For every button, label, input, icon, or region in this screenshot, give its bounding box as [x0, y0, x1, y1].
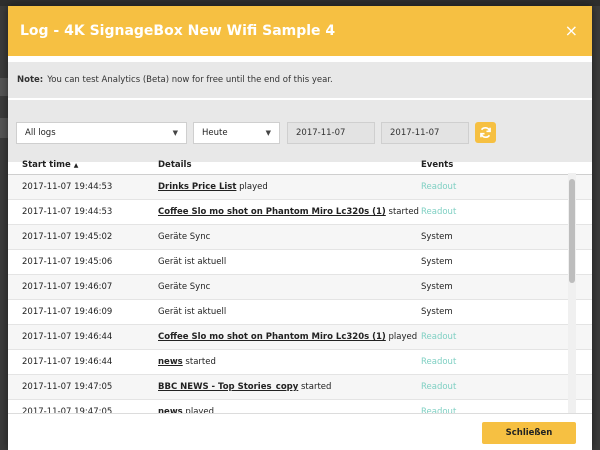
row-details-text: Geräte Sync	[158, 282, 211, 292]
row-details: Coffee Slo mo shot on Phantom Miro Lc320…	[158, 207, 421, 217]
row-start-time: 2017-11-07 19:44:53	[22, 207, 113, 217]
log-type-select[interactable]: All logs ▼	[16, 122, 187, 144]
modal-footer: Schließen	[8, 413, 592, 450]
event-system-label: System	[421, 307, 453, 317]
row-details-text: Gerät ist aktuell	[158, 257, 227, 267]
table-body: 2017-11-07 19:44:53 Drinks Price List pla…	[8, 175, 592, 415]
row-start-time: 2017-11-07 19:45:06	[22, 257, 113, 267]
row-details: Geräte Sync	[158, 232, 421, 242]
refresh-button[interactable]	[475, 122, 496, 143]
event-system-label: System	[421, 282, 453, 292]
refresh-icon	[480, 126, 491, 139]
modal-header: Log - 4K SignageBox New Wifi Sample 4 ×	[8, 6, 592, 56]
table-header: Start time ▲ Details Events	[8, 156, 592, 175]
caret-down-icon: ▼	[172, 129, 178, 137]
table-row: 2017-11-07 19:45:06 Gerät ist aktuell Syst…	[8, 250, 592, 275]
row-details-text: started	[182, 357, 216, 367]
content-link[interactable]: BBC NEWS - Top Stories_copy	[158, 382, 298, 392]
row-start-time: 2017-11-07 19:46:09	[22, 307, 113, 317]
background-page-strip	[0, 78, 8, 96]
content-link[interactable]: Coffee Slo mo shot on Phantom Miro Lc320…	[158, 332, 386, 342]
table-row: 2017-11-07 19:46:07 Geräte Sync System	[8, 275, 592, 300]
caret-down-icon: ▼	[265, 129, 271, 137]
row-details-text: played	[385, 332, 418, 342]
period-select[interactable]: Heute ▼	[193, 122, 280, 144]
row-start-time: 2017-11-07 19:45:02	[22, 232, 113, 242]
table-row: 2017-11-07 19:46:09 Gerät ist aktuell Syst…	[8, 300, 592, 325]
log-modal: Log - 4K SignageBox New Wifi Sample 4 × …	[8, 6, 592, 450]
content-link[interactable]: news	[158, 357, 183, 367]
period-value: Heute	[202, 128, 228, 138]
event-system-label: System	[421, 257, 453, 267]
scrollbar-thumb[interactable]	[569, 179, 575, 283]
event-system-label: System	[421, 232, 453, 242]
close-icon[interactable]: ×	[565, 23, 578, 39]
filter-bar: All logs ▼ Heute ▼ 2017-11-07 2017-11-07	[8, 100, 592, 162]
row-details: BBC NEWS - Top Stories_copy started	[158, 382, 421, 392]
header-start-time[interactable]: Start time ▲	[8, 160, 158, 170]
row-details: Gerät ist aktuell	[158, 307, 421, 317]
row-details-text: started	[385, 207, 419, 217]
event-readout-link[interactable]: Readout	[421, 357, 561, 367]
table-row: 2017-11-07 19:46:44 Coffee Slo mo shot on…	[8, 325, 592, 350]
log-type-value: All logs	[25, 128, 56, 138]
row-details: news started	[158, 357, 421, 367]
header-events: Events	[421, 160, 454, 170]
row-start-time: 2017-11-07 19:46:44	[22, 357, 113, 367]
table-scrollbar[interactable]	[568, 173, 576, 416]
event-readout-link[interactable]: Readout	[421, 207, 561, 217]
date-to-input[interactable]: 2017-11-07	[381, 122, 469, 144]
content-link[interactable]: Drinks Price List	[158, 182, 236, 192]
note-bar: Note: You can test Analytics (Beta) now …	[8, 62, 592, 98]
row-start-time: 2017-11-07 19:46:44	[22, 332, 113, 342]
table-row: 2017-11-07 19:44:53 Drinks Price List pla…	[8, 175, 592, 200]
modal-title: Log - 4K SignageBox New Wifi Sample 4	[20, 23, 336, 39]
row-details: Coffee Slo mo shot on Phantom Miro Lc320…	[158, 332, 421, 342]
table-row: 2017-11-07 19:44:53 Coffee Slo mo shot on…	[8, 200, 592, 225]
row-details: Gerät ist aktuell	[158, 257, 421, 267]
table-row: 2017-11-07 19:47:05 BBC NEWS - Top Storie…	[8, 375, 592, 400]
row-start-time: 2017-11-07 19:44:53	[22, 182, 113, 192]
row-details-text: Gerät ist aktuell	[158, 307, 227, 317]
header-details: Details	[158, 160, 192, 170]
date-from-input[interactable]: 2017-11-07	[287, 122, 375, 144]
table-row: 2017-11-07 19:46:44 news started Readout	[8, 350, 592, 375]
sort-ascending-icon: ▲	[73, 162, 79, 169]
row-start-time: 2017-11-07 19:46:07	[22, 282, 113, 292]
row-details: Drinks Price List played	[158, 182, 421, 192]
event-readout-link[interactable]: Readout	[421, 332, 561, 342]
note-text: You can test Analytics (Beta) now for fr…	[47, 75, 333, 85]
note-label: Note:	[17, 75, 44, 85]
close-button[interactable]: Schließen	[482, 422, 576, 444]
event-readout-link[interactable]: Readout	[421, 182, 561, 192]
row-details-text: started	[298, 382, 332, 392]
row-details-text: Geräte Sync	[158, 232, 211, 242]
log-table: Start time ▲ Details Events 2017-11-07 19…	[8, 156, 592, 415]
row-details: Geräte Sync	[158, 282, 421, 292]
row-details-text: played	[236, 182, 268, 192]
event-readout-link[interactable]: Readout	[421, 382, 561, 392]
table-row: 2017-11-07 19:45:02 Geräte Sync System	[8, 225, 592, 250]
content-link[interactable]: Coffee Slo mo shot on Phantom Miro Lc320…	[158, 207, 386, 217]
background-page-strip	[0, 118, 8, 138]
row-start-time: 2017-11-07 19:47:05	[22, 382, 113, 392]
